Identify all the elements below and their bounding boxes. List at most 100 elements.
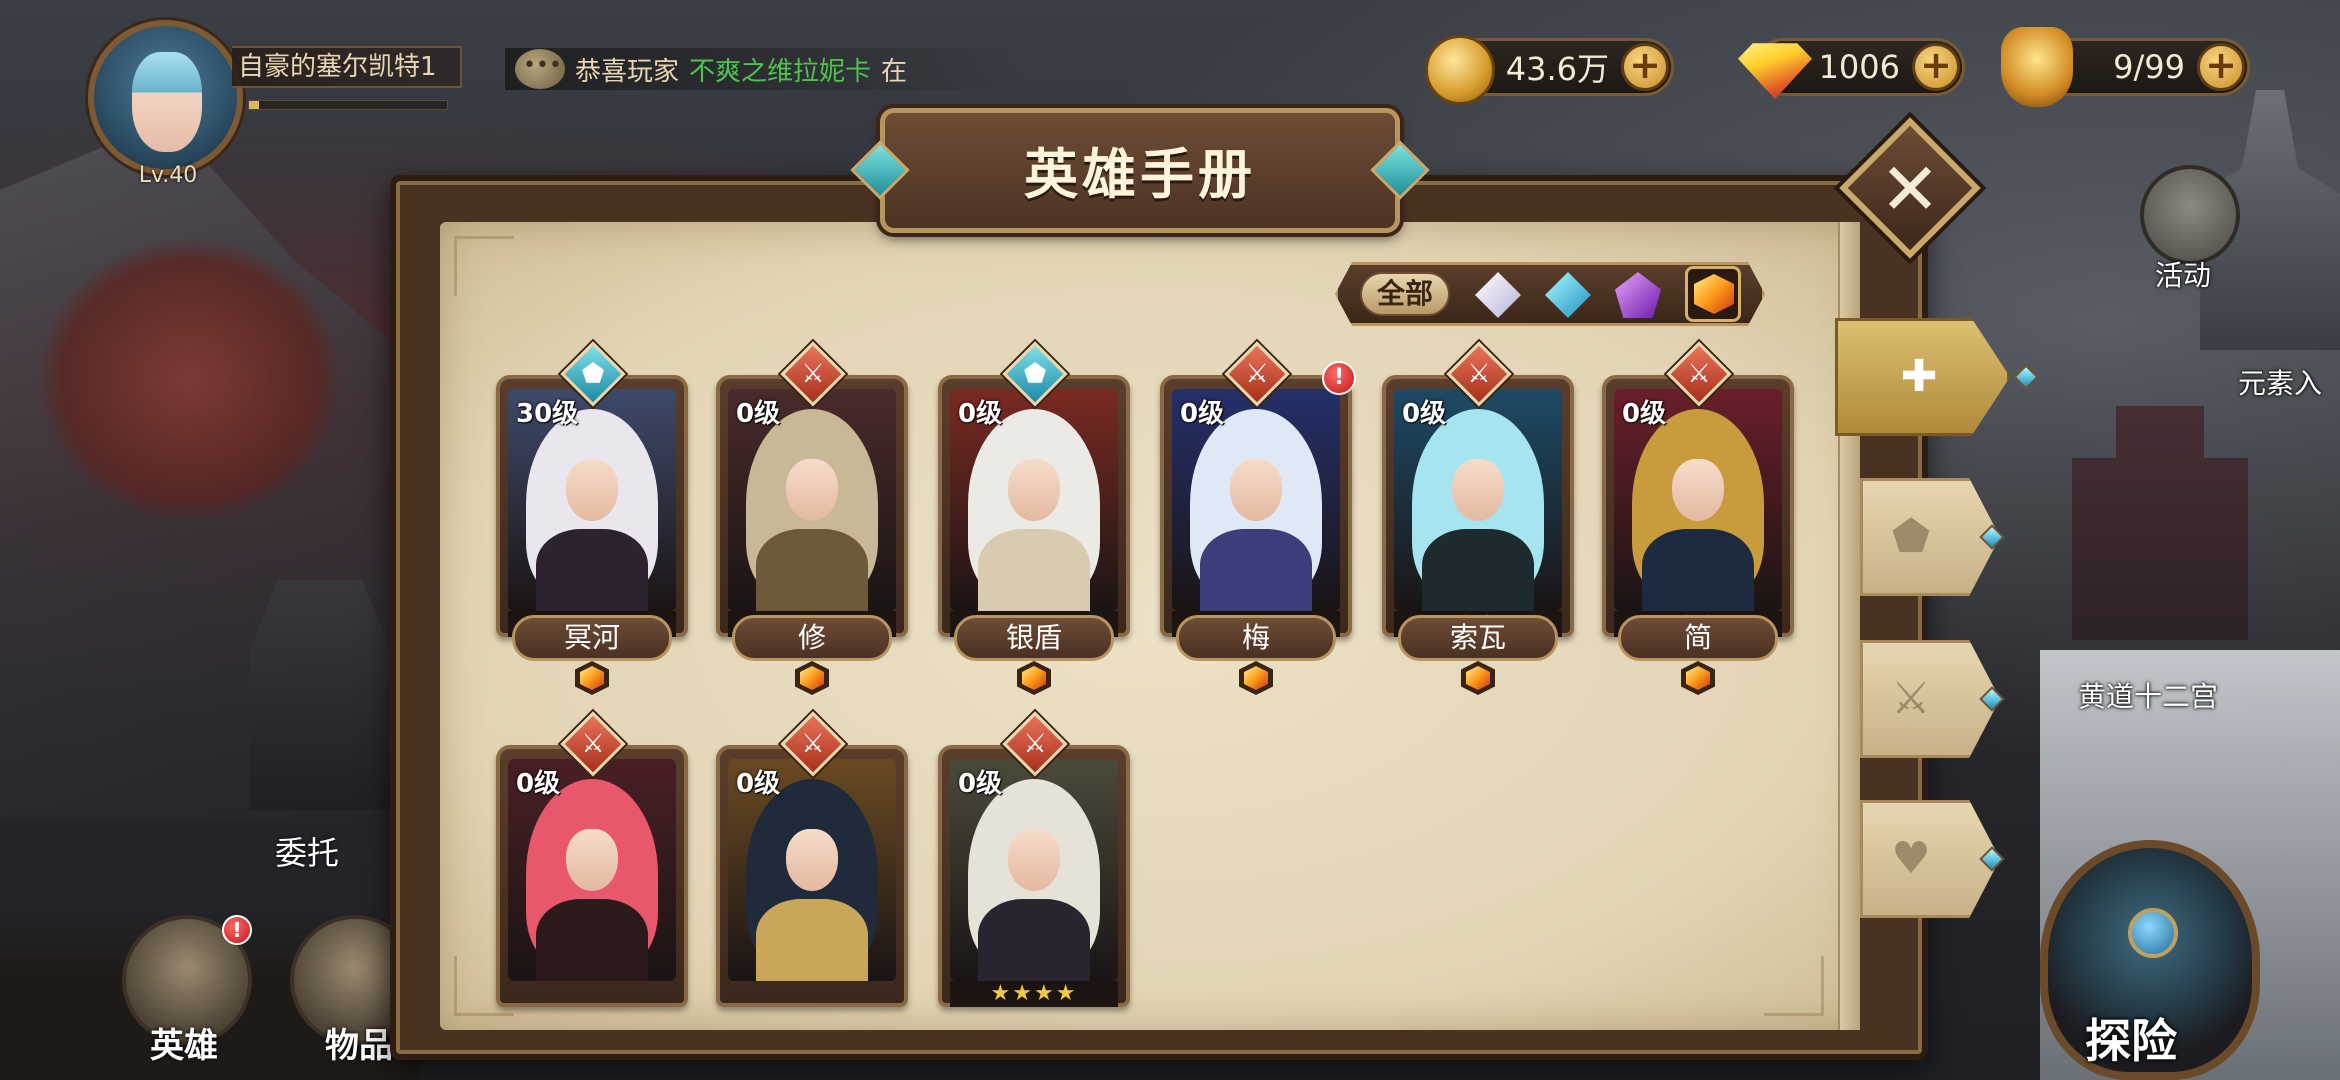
hero-level: 0级 [958, 399, 1003, 429]
hero-body [536, 529, 648, 611]
hero-card[interactable]: 0级 ⚔ [716, 711, 908, 1007]
hero-name: 索瓦 [1398, 615, 1558, 661]
role-glyph: ⚔ [1467, 359, 1491, 389]
hero-name: 梅 [1176, 615, 1336, 661]
hero-name: 冥河 [512, 615, 672, 661]
shield-icon: ⬟ [1891, 511, 1931, 562]
hero-card[interactable]: 0级 ⬟ 银盾 [938, 341, 1130, 695]
role-glyph: ⚔ [1245, 359, 1269, 389]
red-tree-scenery [40, 240, 340, 520]
hero-body [536, 899, 648, 981]
player-name: 自豪的塞尔凯特1 [232, 46, 462, 88]
ticker-player: 不爽之维拉妮卡 [689, 56, 872, 87]
add-stamina-button[interactable]: + [2197, 43, 2245, 91]
exp-bar-fill [249, 101, 259, 109]
nav-items-label[interactable]: 物品 [325, 1018, 393, 1067]
hero-body [1642, 529, 1754, 611]
hero-level: 0级 [516, 769, 561, 799]
add-gems-button[interactable]: + [1912, 43, 1960, 91]
role-glyph: ⬟ [581, 359, 605, 389]
announcement-ticker[interactable]: 恭喜玩家 不爽之维拉妮卡 在 [505, 48, 1025, 90]
orange-rarity-gem-icon [795, 661, 829, 695]
activity-icon[interactable] [2140, 165, 2240, 265]
grid-icon: ✚ [1900, 351, 1938, 402]
hero-body [756, 899, 868, 981]
gem-currency: 1006 + [1738, 38, 1965, 99]
explore-gem-icon [2128, 908, 2178, 958]
hero-alert-badge: ! [1322, 361, 1356, 395]
hero-name: 简 [1618, 615, 1778, 661]
hero-card[interactable]: 0级 ⚔ ★★索瓦 [1382, 341, 1574, 695]
hero-face [1008, 459, 1060, 521]
hero-body [978, 529, 1090, 611]
exp-bar [248, 100, 448, 110]
hero-stars: ★★★★ [950, 981, 1118, 1007]
paper-corner-ornament [1764, 956, 1824, 1016]
hero-level: 0级 [736, 399, 781, 429]
gold-currency: 43.6万 + [1425, 35, 1674, 105]
dialog-title: 英雄手册 [1024, 143, 1256, 206]
hero-face [786, 459, 838, 521]
role-glyph: ⚔ [1687, 359, 1711, 389]
sword-icon: ⚔ [1891, 673, 1931, 724]
element-label[interactable]: 元素入 [2238, 362, 2322, 402]
hero-face [566, 829, 618, 891]
gold-coin-icon [1425, 35, 1495, 105]
hero-level: 0级 [1622, 399, 1667, 429]
orange-rarity-gem-icon [1239, 661, 1273, 695]
close-icon[interactable]: ✕ [1875, 150, 1945, 228]
hero-card[interactable]: 0级 ⚔ [496, 711, 688, 1007]
zodiac-label[interactable]: 黄道十二宫 [2078, 675, 2218, 715]
chat-bubble-icon[interactable] [515, 49, 565, 89]
explore-label[interactable]: 探险 [2085, 1005, 2177, 1071]
hero-level: 0级 [736, 769, 781, 799]
hero-level: 30级 [516, 399, 579, 429]
player-level: Lv.40 [138, 163, 198, 188]
hero-body [756, 529, 868, 611]
hero-body [1200, 529, 1312, 611]
role-glyph: ⚔ [801, 729, 825, 759]
ticker-suffix: 在 [881, 56, 908, 87]
entrust-label[interactable]: 委托 [275, 828, 339, 874]
orange-rarity-gem-icon [1017, 661, 1051, 695]
role-glyph: ⚔ [1023, 729, 1047, 759]
hero-body [1422, 529, 1534, 611]
paper-corner-ornament [454, 236, 514, 296]
hero-name: 修 [732, 615, 892, 661]
heart-icon: ♥ [1891, 833, 1931, 884]
hero-face [1008, 829, 1060, 891]
role-glyph: ⚔ [581, 729, 605, 759]
hero-card[interactable]: 0级 ⚔ 修 [716, 341, 908, 695]
stamina-currency: 9/99 + [2001, 27, 2250, 107]
hero-face [1672, 459, 1724, 521]
hero-name: 银盾 [954, 615, 1114, 661]
hero-body [978, 899, 1090, 981]
hero-level: 0级 [1180, 399, 1225, 429]
orange-rarity-gem-icon [1461, 661, 1495, 695]
hero-face [1230, 459, 1282, 521]
ticker-prefix: 恭喜玩家 [575, 56, 680, 87]
hero-card[interactable]: 0级 ⚔ ★★★★ [938, 711, 1130, 1007]
avatar-portrait [132, 52, 202, 152]
hero-card[interactable]: 0级 ⚔ 梅! [1160, 341, 1356, 695]
hero-card[interactable]: 0级 ⚔ ★★简 [1602, 341, 1794, 695]
orange-rarity-gem-icon [1681, 661, 1715, 695]
filter-orange-gem-button[interactable] [1685, 266, 1741, 322]
filter-all-button[interactable]: 全部 [1360, 272, 1450, 316]
hero-face [566, 459, 618, 521]
role-glyph: ⚔ [801, 359, 825, 389]
nav-heroes-label[interactable]: 英雄 [150, 1018, 218, 1067]
hero-level: 0级 [958, 769, 1003, 799]
hero-face [1452, 459, 1504, 521]
activity-label[interactable]: 活动 [2155, 254, 2211, 294]
role-glyph: ⬟ [1023, 359, 1047, 389]
hero-face [786, 829, 838, 891]
hero-level: 0级 [1402, 399, 1447, 429]
add-gold-button[interactable]: + [1621, 43, 1669, 91]
player-avatar[interactable] [88, 20, 243, 175]
orange-rarity-gem-icon [575, 661, 609, 695]
heroes-alert-badge: ! [222, 915, 252, 945]
filter-orange-gem-icon [1694, 274, 1734, 314]
entrust-building[interactable] [250, 580, 390, 810]
hero-card[interactable]: 30级 ⬟ 冥河 [496, 341, 688, 695]
